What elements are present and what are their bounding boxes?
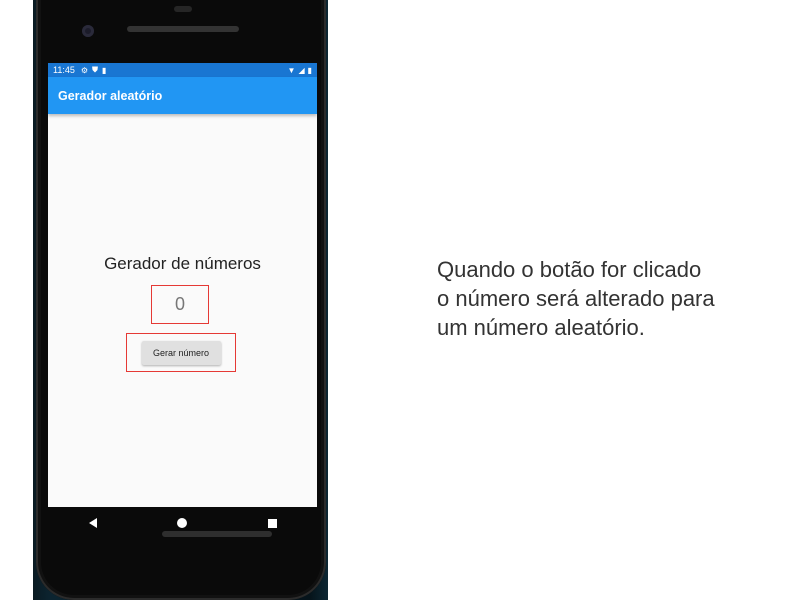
status-bar: 11:45 ⚙ ⛊ ▮ ▼ ◢ ▮ xyxy=(48,63,317,77)
nav-recents-button[interactable] xyxy=(257,511,287,535)
random-number-display: 0 xyxy=(151,285,209,324)
generate-number-button[interactable]: Gerar número xyxy=(141,340,221,365)
sd-card-icon: ▮ xyxy=(102,65,107,75)
front-camera-icon xyxy=(82,25,94,37)
caption-line: um número aleatório. xyxy=(437,315,645,340)
nav-home-button[interactable] xyxy=(167,511,197,535)
earpiece-speaker xyxy=(127,26,239,32)
navigation-bar xyxy=(48,507,317,539)
nav-back-button[interactable] xyxy=(78,511,108,535)
top-notch xyxy=(174,6,192,12)
button-highlight: Gerar número xyxy=(126,333,236,372)
recents-icon xyxy=(267,518,277,528)
random-number-value: 0 xyxy=(174,294,185,314)
page-heading: Gerador de números xyxy=(104,254,261,273)
status-time: 11:45 xyxy=(53,65,75,75)
app-bar: Gerador aleatório xyxy=(48,77,317,114)
battery-icon: ▮ xyxy=(307,65,312,75)
caption-line: o número será alterado para xyxy=(437,286,715,311)
shield-icon: ⛊ xyxy=(92,65,99,74)
home-icon xyxy=(177,518,188,528)
phone-screen: 11:45 ⚙ ⛊ ▮ ▼ ◢ ▮ Gerador aleatório Gera… xyxy=(48,63,317,507)
gear-icon: ⚙ xyxy=(80,65,89,75)
caption-line: Quando o botão for clicado xyxy=(437,257,702,282)
wifi-icon: ▼ xyxy=(287,65,296,75)
back-icon xyxy=(88,518,97,528)
explanation-caption: Quando o botão for clicado o número será… xyxy=(437,255,777,342)
signal-icon: ◢ xyxy=(298,65,305,75)
app-title: Gerador aleatório xyxy=(58,88,163,103)
